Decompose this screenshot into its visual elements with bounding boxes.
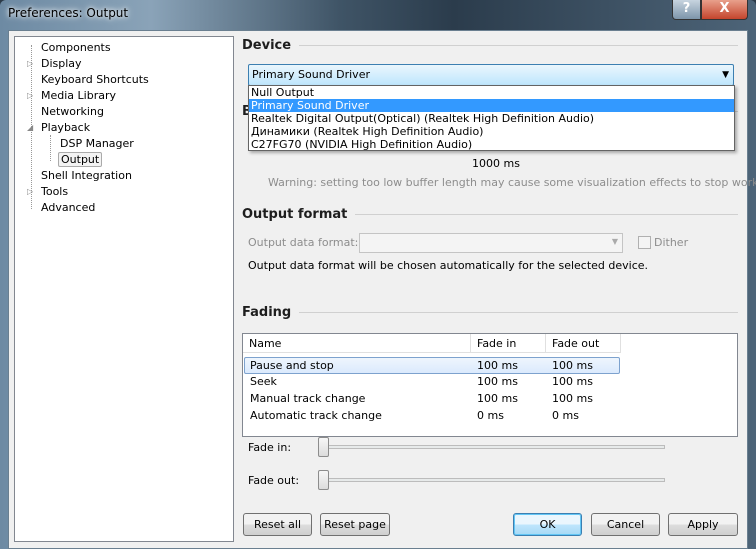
tree-item-label: Advanced xyxy=(41,201,96,214)
tree-item[interactable]: Advanced xyxy=(39,200,97,215)
table-cell: Automatic track change xyxy=(250,409,382,422)
tree-item-label: Media Library xyxy=(41,89,116,102)
tree-item[interactable]: ▷ Media Library xyxy=(27,88,118,103)
table-row[interactable]: Pause and stop 100 ms 100 ms xyxy=(244,357,620,374)
expand-icon[interactable]: ▷ xyxy=(27,56,33,71)
tree-item-label: Networking xyxy=(41,105,104,118)
tree-item-label: Components xyxy=(41,41,111,54)
device-option[interactable]: Realtek Digital Output(Optical) (Realtek… xyxy=(249,112,734,125)
device-option[interactable]: Динамики (Realtek High Definition Audio) xyxy=(249,125,734,138)
table-cell: Manual track change xyxy=(250,392,366,405)
column-header-name[interactable]: Name xyxy=(243,334,471,353)
table-row[interactable]: Seek 100 ms 100 ms xyxy=(244,374,620,391)
fade-out-label: Fade out: xyxy=(248,474,300,487)
reset-all-button[interactable]: Reset all xyxy=(243,513,312,536)
device-option[interactable]: Null Output xyxy=(249,86,734,99)
tree-item[interactable]: ▷ Display xyxy=(27,56,84,71)
table-cell: 0 ms xyxy=(477,409,504,422)
tree-item-label: Display xyxy=(41,57,82,70)
device-dropdown-list[interactable]: Null Output Primary Sound Driver Realtek… xyxy=(248,85,735,151)
chevron-down-icon: ▼ xyxy=(611,237,618,246)
reset-page-button[interactable]: Reset page xyxy=(320,513,390,536)
output-format-combo[interactable]: ▼ xyxy=(359,233,623,253)
fade-out-slider-track[interactable] xyxy=(318,478,665,482)
collapse-icon[interactable]: ◢ xyxy=(27,120,33,135)
table-cell: 100 ms xyxy=(477,375,518,388)
dither-checkbox[interactable] xyxy=(638,236,651,249)
table-cell: Seek xyxy=(250,375,277,388)
fade-in-slider-track[interactable] xyxy=(318,445,665,449)
tree-item[interactable]: Networking xyxy=(39,104,106,119)
buffer-value: 1000 ms xyxy=(472,157,520,170)
apply-button[interactable]: Apply xyxy=(668,513,738,536)
table-row[interactable]: Automatic track change 0 ms 0 ms xyxy=(244,408,620,425)
fading-table[interactable]: Name Fade in Fade out Pause and stop 100 … xyxy=(242,333,738,437)
fade-out-slider-thumb[interactable] xyxy=(318,470,329,490)
output-format-label: Output data format: xyxy=(248,236,359,249)
expand-icon[interactable]: ▷ xyxy=(27,184,33,199)
tree-item-label: DSP Manager xyxy=(60,137,134,150)
tree-item[interactable]: Components xyxy=(39,40,113,55)
buffer-warning: Warning: setting too low buffer length m… xyxy=(268,176,756,189)
table-cell: 100 ms xyxy=(477,359,518,372)
chevron-down-icon: ▼ xyxy=(722,70,729,80)
table-cell: 100 ms xyxy=(552,359,593,372)
column-header-fade-in[interactable]: Fade in xyxy=(471,334,546,353)
fade-in-slider-thumb[interactable] xyxy=(318,437,329,457)
dither-label: Dither xyxy=(654,236,689,249)
device-option[interactable]: Primary Sound Driver xyxy=(249,99,734,112)
tree-item-label: Shell Integration xyxy=(41,169,132,182)
tree-item[interactable]: Output xyxy=(58,152,103,167)
tree-item-label: Keyboard Shortcuts xyxy=(41,73,149,86)
tree-item[interactable]: Keyboard Shortcuts xyxy=(39,72,151,87)
fading-heading: Fading xyxy=(242,305,738,320)
device-selected: Primary Sound Driver xyxy=(252,68,370,81)
tree-item-label: Playback xyxy=(41,121,91,134)
tree-item[interactable]: DSP Manager xyxy=(58,136,136,151)
device-option[interactable]: C27FG70 (NVIDIA High Definition Audio) xyxy=(249,138,734,151)
tree-item[interactable]: ▷ Tools xyxy=(27,184,70,199)
tree-item-label: Output xyxy=(58,152,103,167)
window-title: Preferences: Output xyxy=(8,6,129,20)
cancel-button[interactable]: Cancel xyxy=(591,513,660,536)
table-cell: 100 ms xyxy=(552,375,593,388)
output-format-info: Output data format will be chosen automa… xyxy=(248,259,649,272)
table-cell: 0 ms xyxy=(552,409,579,422)
tree-item[interactable]: ◢ Playback xyxy=(27,120,92,135)
table-cell: 100 ms xyxy=(552,392,593,405)
tree-item-label: Tools xyxy=(41,185,69,198)
table-cell: Pause and stop xyxy=(250,359,334,372)
expand-icon[interactable]: ▷ xyxy=(27,88,33,103)
table-cell: 100 ms xyxy=(477,392,518,405)
fade-in-label: Fade in: xyxy=(248,441,292,454)
table-row[interactable]: Manual track change 100 ms 100 ms xyxy=(244,391,620,408)
tree-lines xyxy=(50,135,51,161)
tree-item[interactable]: Shell Integration xyxy=(39,168,134,183)
device-heading: Device xyxy=(242,38,738,53)
close-button[interactable]: X xyxy=(701,0,748,20)
help-button[interactable]: ? xyxy=(672,0,701,20)
device-combo[interactable]: Primary Sound Driver ▼ xyxy=(248,64,734,86)
ok-button[interactable]: OK xyxy=(513,513,582,536)
output-format-heading: Output format xyxy=(242,207,738,222)
column-header-fade-out[interactable]: Fade out xyxy=(546,334,621,353)
preferences-tree[interactable]: Components ▷ Display Keyboard Shortcuts ▷ Med… xyxy=(14,36,234,542)
